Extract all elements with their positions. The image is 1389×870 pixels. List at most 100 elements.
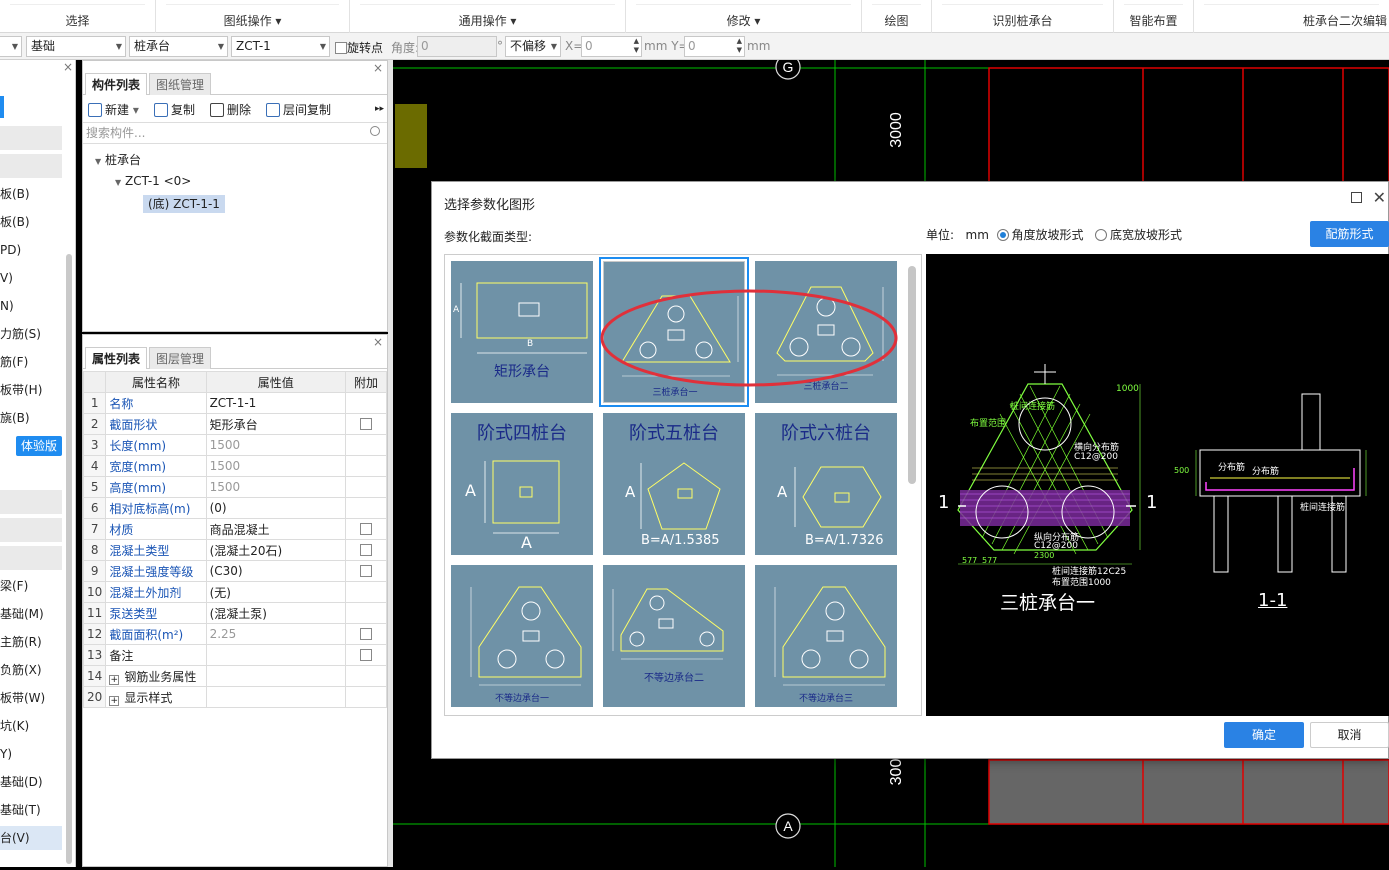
table-row[interactable]: 13 备注	[82, 644, 388, 666]
nav-item[interactable]: 基础(T)	[0, 798, 62, 822]
table-row[interactable]: 10 混凝土外加剂 (无)	[82, 581, 388, 603]
prop-value[interactable]: (0)	[205, 497, 346, 519]
nav-item[interactable]: 基础(M)	[0, 602, 62, 626]
table-row[interactable]: 20 + 显示样式	[82, 686, 388, 708]
more-icon[interactable]: ▸▸	[375, 104, 384, 114]
floor-copy-button[interactable]: 层间复制	[266, 101, 331, 118]
tab-drawing-manage[interactable]: 图纸管理	[149, 73, 212, 95]
close-icon[interactable]: ✕	[1373, 188, 1386, 207]
ribbon-group-smart-layout[interactable]: 智能布置	[1114, 0, 1194, 33]
prop-value[interactable]: (无)	[205, 581, 346, 603]
table-row[interactable]: 2 截面形状 矩形承台	[82, 413, 388, 435]
cancel-button[interactable]: 取消	[1310, 722, 1389, 748]
expand-plus-icon[interactable]: +	[109, 674, 120, 685]
prop-value[interactable]: 矩形承台	[205, 413, 346, 435]
shape-unequal-cap-3[interactable]: 不等边承台三	[755, 565, 897, 707]
ribbon-group-secondary-edit[interactable]: 桩承台二次编辑	[1194, 0, 1389, 33]
prop-value[interactable]	[205, 644, 346, 666]
nav-item[interactable]: 梁(F)	[0, 574, 62, 598]
shape-step-four-pile[interactable]: 阶式四桩台 A A	[451, 413, 593, 555]
table-row[interactable]: 6 相对底标高(m) (0)	[82, 497, 388, 519]
prop-group[interactable]: + 显示样式	[105, 686, 207, 708]
close-icon[interactable]: ×	[63, 60, 73, 74]
checkbox-icon[interactable]	[359, 628, 372, 640]
table-row[interactable]: 9 混凝土强度等级 (C30)	[82, 560, 388, 582]
ribbon-group-select[interactable]: 选择	[0, 0, 156, 33]
nav-item[interactable]: 坑(K)	[0, 714, 62, 738]
table-row[interactable]: 3 长度(mm) 1500	[82, 434, 388, 456]
prop-value[interactable]: ZCT-1-1	[205, 392, 346, 414]
category-select[interactable]: 桩承台 ▼	[129, 36, 228, 57]
floor-select-left[interactable]: ▼	[0, 36, 22, 57]
shape-step-five-pile[interactable]: 阶式五桩台 A B=A/1.5385	[603, 413, 745, 555]
component-search-input[interactable]: 搜索构件...	[83, 122, 387, 144]
prop-group[interactable]: + 钢筋业务属性	[105, 665, 207, 687]
prop-value[interactable]: 商品混凝土	[205, 518, 346, 540]
nav-item[interactable]: V)	[0, 266, 62, 290]
table-row[interactable]: 7 材质 商品混凝土	[82, 518, 388, 540]
ribbon-group-common-ops[interactable]: 通用操作 ▾	[350, 0, 626, 33]
checkbox-icon[interactable]	[359, 565, 372, 577]
shape-rect-cap[interactable]: A B 矩形承台	[451, 261, 593, 403]
prop-value[interactable]: 1500	[205, 476, 346, 498]
nav-item[interactable]: 力筋(S)	[0, 322, 62, 346]
checkbox-icon[interactable]	[359, 418, 372, 430]
rotate-point-checkbox[interactable]: 旋转点	[335, 39, 383, 56]
table-row[interactable]: 4 宽度(mm) 1500	[82, 455, 388, 477]
radio-width-slope[interactable]: 底宽放坡形式	[1095, 228, 1182, 242]
offset-select[interactable]: 不偏移 ▼	[505, 36, 561, 57]
component-select[interactable]: ZCT-1 ▼	[231, 36, 330, 57]
table-row[interactable]: 5 高度(mm) 1500	[82, 476, 388, 498]
tab-property-list[interactable]: 属性列表	[85, 347, 148, 369]
nav-item-pile-cap[interactable]: 台(V)	[0, 826, 62, 850]
table-row[interactable]: 11 泵送类型 (混凝土泵)	[82, 602, 388, 624]
ribbon-group-recognize[interactable]: 识别桩承台	[932, 0, 1114, 33]
nav-item[interactable]: 主筋(R)	[0, 630, 62, 654]
gallery-scrollbar[interactable]	[908, 266, 916, 484]
nav-item[interactable]: 基础(D)	[0, 770, 62, 794]
shape-unequal-cap-2[interactable]: 不等边承台二	[603, 565, 745, 707]
table-row[interactable]: 8 混凝土类型 (混凝土20石)	[82, 539, 388, 561]
tree-node-zct1[interactable]: ▼ ZCT-1 <0>	[115, 174, 191, 188]
shape-unequal-cap-1[interactable]: 不等边承台一	[451, 565, 593, 707]
prop-value[interactable]: (C30)	[205, 560, 346, 582]
nav-group-header[interactable]	[0, 154, 62, 178]
tree-node-pile-cap[interactable]: ▼ 桩承台	[95, 151, 141, 168]
prop-value[interactable]: (混凝土20石)	[205, 539, 346, 561]
nav-item[interactable]: 筋(F)	[0, 350, 62, 374]
nav-group-header[interactable]	[0, 126, 62, 150]
expand-plus-icon[interactable]: +	[109, 695, 120, 706]
angle-input[interactable]: 0	[417, 36, 497, 57]
shape-three-pile-cap-2[interactable]: 三桩承台二	[755, 261, 897, 403]
checkbox-icon[interactable]	[359, 649, 372, 661]
checkbox-icon[interactable]	[359, 544, 372, 556]
nav-group-header[interactable]	[0, 546, 62, 570]
nav-group-header[interactable]	[0, 490, 62, 514]
radio-angle-slope[interactable]: 角度放坡形式	[996, 228, 1084, 242]
tree-node-zct1-1[interactable]: (底) ZCT-1-1	[143, 195, 225, 213]
tab-component-list[interactable]: 构件列表	[85, 73, 148, 95]
table-row[interactable]: 1 名称 ZCT-1-1	[82, 392, 388, 414]
prop-value[interactable]: 2.25	[205, 623, 346, 645]
prop-value[interactable]: (混凝土泵)	[205, 602, 346, 624]
ok-button[interactable]: 确定	[1224, 722, 1304, 748]
nav-item[interactable]: 板带(W)	[0, 686, 62, 710]
table-row[interactable]: 12 截面面积(m²) 2.25	[82, 623, 388, 645]
shape-step-six-pile[interactable]: 阶式六桩台 A B=A/1.7326	[755, 413, 897, 555]
nav-group-header[interactable]	[0, 518, 62, 542]
ribbon-group-drawing-ops[interactable]: 图纸操作 ▾	[156, 0, 350, 33]
nav-item[interactable]: 板(B)	[0, 182, 62, 206]
nav-item[interactable]: 板(B)	[0, 210, 62, 234]
ribbon-group-draw[interactable]: 绘图	[862, 0, 932, 33]
nav-item[interactable]: Y)	[0, 742, 62, 766]
nav-item[interactable]: 负筋(X)	[0, 658, 62, 682]
prop-value[interactable]: 1500	[205, 455, 346, 477]
nav-item[interactable]: PD)	[0, 238, 62, 262]
y-input[interactable]: 0 ▲ ▼	[684, 36, 745, 57]
floor-select[interactable]: 基础 ▼	[26, 36, 126, 57]
delete-button[interactable]: 删除	[210, 101, 251, 118]
checkbox-icon[interactable]	[359, 523, 372, 535]
prop-value[interactable]: 1500	[205, 434, 346, 456]
table-row[interactable]: 14 + 钢筋业务属性	[82, 665, 388, 687]
x-input[interactable]: 0 ▲ ▼	[581, 36, 642, 57]
